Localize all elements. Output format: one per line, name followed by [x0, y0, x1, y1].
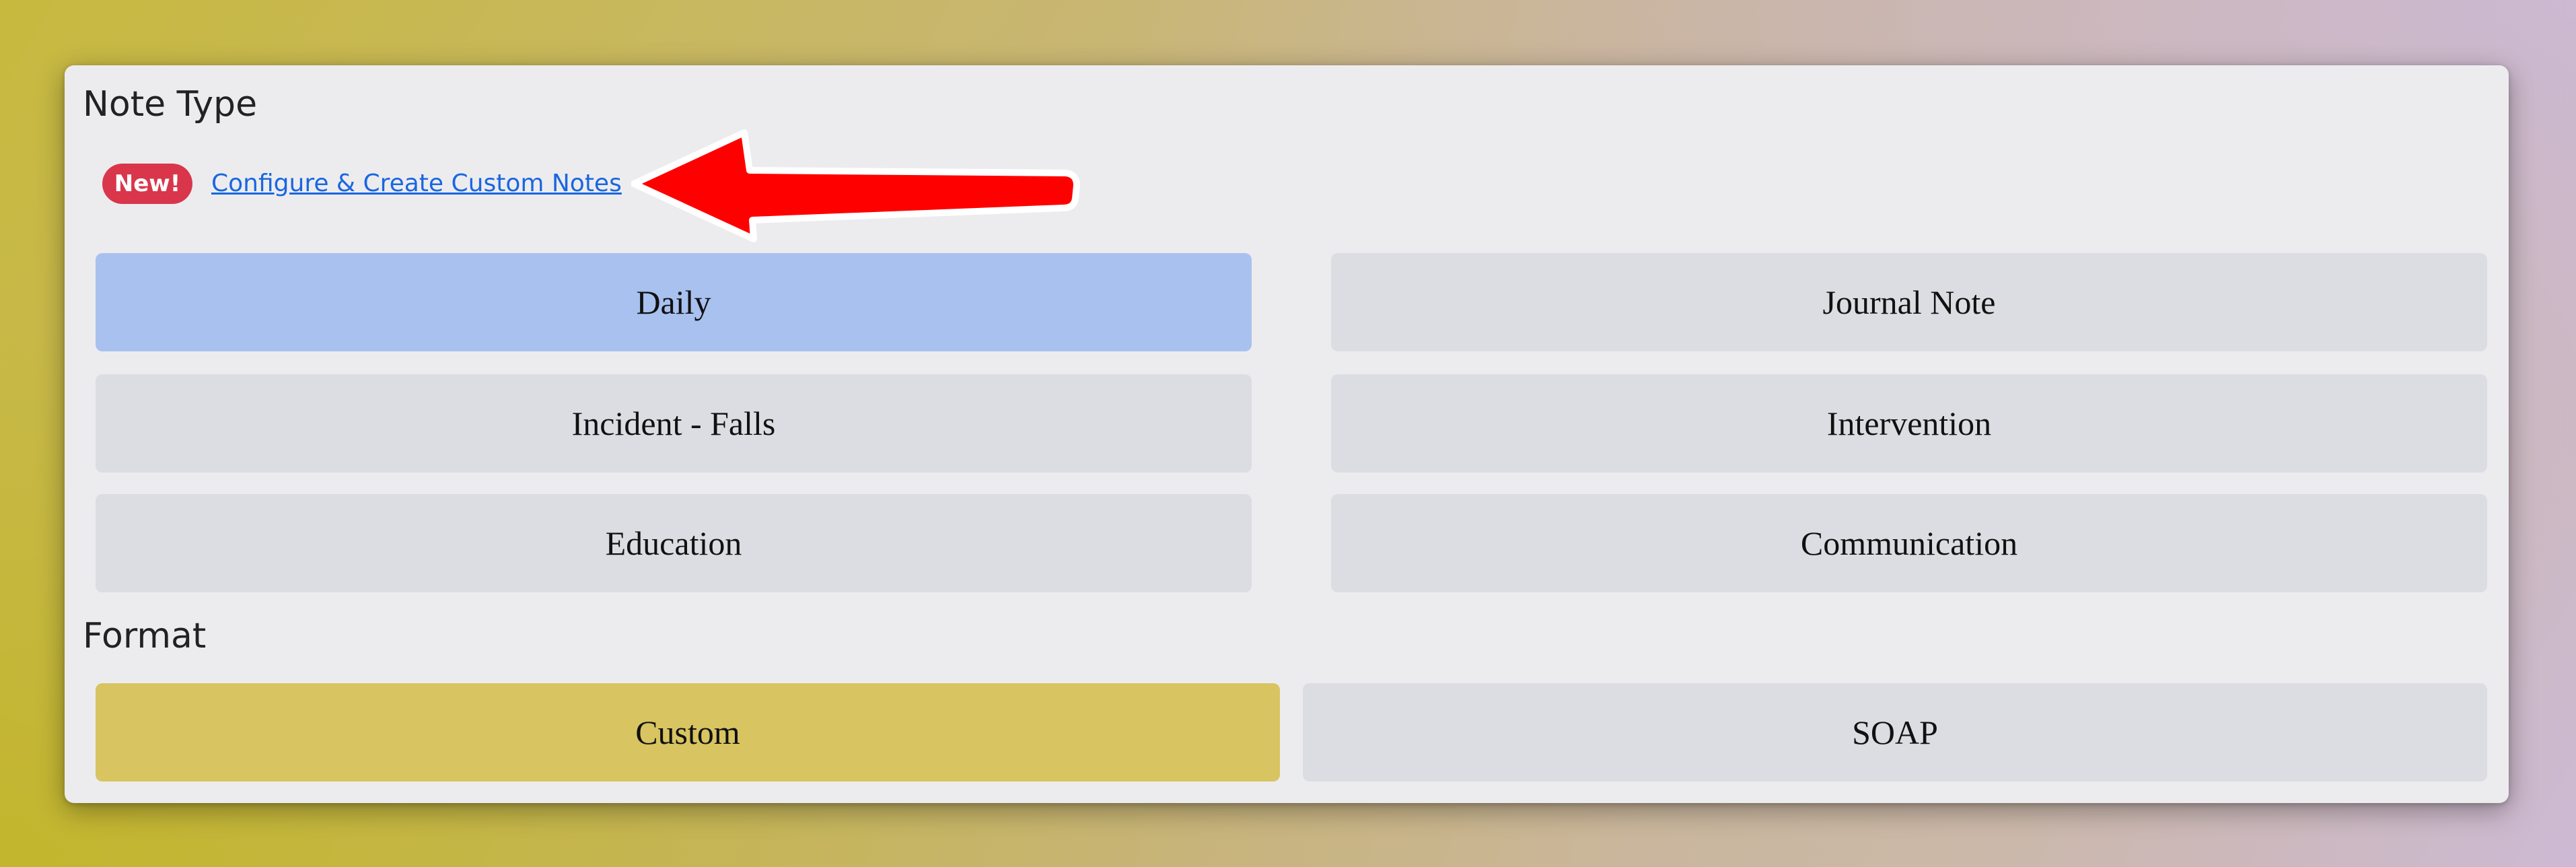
note-type-heading: Note Type	[83, 84, 258, 125]
format-heading: Format	[83, 616, 207, 656]
new-badge: New!	[102, 164, 192, 204]
note-type-journal-note[interactable]: Journal Note	[1331, 253, 2487, 351]
note-type-daily[interactable]: Daily	[96, 253, 1252, 351]
red-arrow-icon	[631, 129, 1080, 242]
format-custom[interactable]: Custom	[96, 683, 1280, 782]
format-soap[interactable]: SOAP	[1303, 683, 2487, 782]
note-type-education[interactable]: Education	[96, 494, 1252, 592]
note-settings-panel: Note Type New! Configure & Create Custom…	[65, 65, 2509, 803]
note-type-intervention[interactable]: Intervention	[1331, 374, 2487, 473]
configure-custom-notes-link[interactable]: Configure & Create Custom Notes	[211, 166, 622, 201]
note-type-communication[interactable]: Communication	[1331, 494, 2487, 592]
note-type-incident-falls[interactable]: Incident - Falls	[96, 374, 1252, 473]
